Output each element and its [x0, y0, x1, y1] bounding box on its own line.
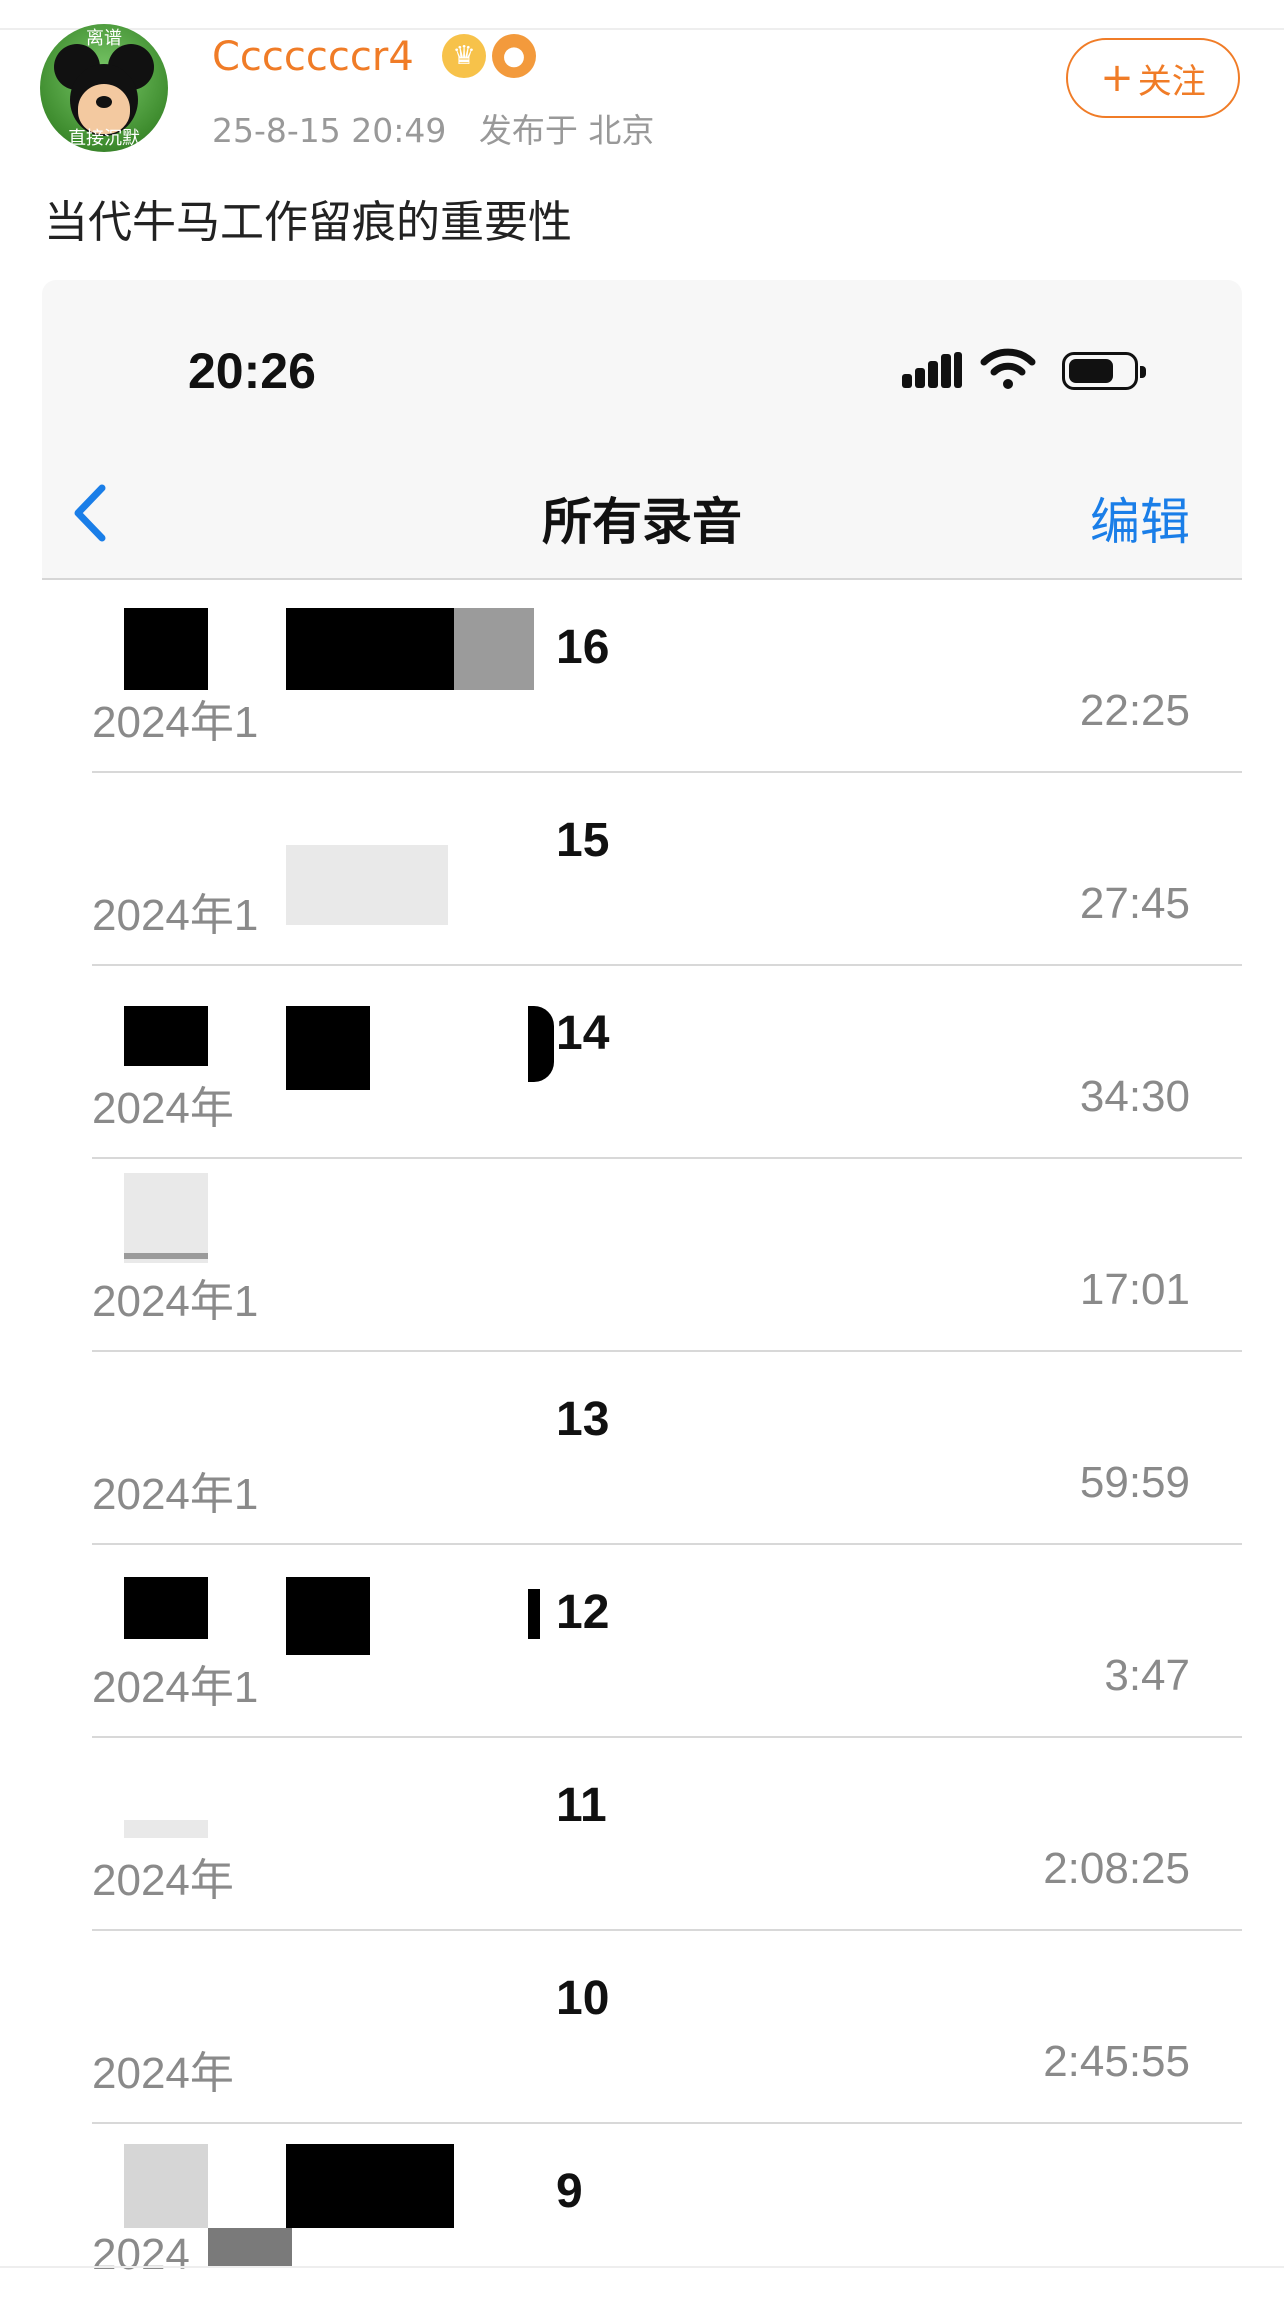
recording-duration: 34:30 [1079, 1072, 1190, 1121]
recording-date: 2024年 [92, 1856, 234, 1905]
post-image[interactable]: 20:26 所有录音 编辑 16 2024年1 22:25 15 2024年1 … [42, 280, 1242, 2292]
recording-title: 16 [556, 621, 610, 674]
recording-title: 14 [556, 1007, 610, 1060]
username[interactable]: Cccccccr4 [212, 34, 414, 80]
recording-duration: 2:45:55 [1043, 2037, 1190, 2086]
recording-title: 11 [556, 1779, 607, 1832]
recording-row[interactable]: 14 2024年 34:30 [42, 966, 1242, 1159]
follow-label: 关注 [1137, 61, 1206, 102]
redaction-block [286, 1006, 370, 1090]
recording-date: 2024年1 [92, 698, 259, 747]
recording-row[interactable]: 13 2024年1 59:59 [42, 1352, 1242, 1545]
recording-row[interactable]: 16 2024年1 22:25 [42, 580, 1242, 773]
redaction-block [124, 1577, 208, 1639]
avatar[interactable]: 离谱 直接沉默 [40, 24, 168, 152]
recording-title: 12 [556, 1586, 610, 1639]
redaction-block [124, 1173, 208, 1263]
recording-duration: 22:25 [1079, 686, 1190, 735]
redaction-block [528, 1589, 540, 1639]
recording-date: 2024年1 [92, 1470, 259, 1519]
redaction-block [286, 608, 454, 690]
crown-badge-icon: ♛ [442, 34, 486, 78]
redaction-block [208, 2228, 292, 2268]
redaction-block [124, 1253, 208, 1259]
redaction-block [124, 1820, 208, 1838]
recording-row[interactable]: 12 2024年1 3:47 [42, 1545, 1242, 1738]
recording-title: 13 [556, 1393, 610, 1446]
avatar-bottom-text: 直接沉默 [68, 128, 140, 149]
status-time: 20:26 [188, 343, 316, 399]
recording-date: 2024年1 [92, 1277, 259, 1326]
recording-date: 2024年1 [92, 1663, 259, 1712]
bottom-divider [0, 2266, 1284, 2268]
battery-icon [1062, 352, 1146, 390]
recordings-list: 16 2024年1 22:25 15 2024年1 27:45 14 2024年… [42, 580, 1242, 2292]
post-meta: 25-8-15 20:49 发布于 北京 [212, 104, 676, 152]
top-divider [0, 28, 1284, 30]
recording-duration: 3:47 [1104, 1651, 1190, 1700]
recording-date: 2024年 [92, 2049, 234, 2098]
post-timestamp: 25-8-15 20:49 [212, 111, 447, 150]
redaction-block [286, 2144, 454, 2228]
cellular-signal-icon [902, 352, 964, 388]
redaction-block [124, 1006, 208, 1066]
wifi-icon [980, 348, 1036, 389]
fish-badge-icon: ● [492, 34, 536, 78]
redaction-block [124, 608, 208, 690]
plus-icon: + [1100, 55, 1134, 101]
recording-date: 2024 [92, 2230, 190, 2279]
recording-duration: 27:45 [1079, 879, 1190, 928]
post-location: 发布于 北京 [478, 111, 655, 150]
recording-row[interactable]: 15 2024年1 27:45 [42, 773, 1242, 966]
redaction-block [528, 1006, 554, 1082]
recording-title: 15 [556, 814, 610, 867]
edit-button[interactable]: 编辑 [1090, 482, 1190, 554]
recording-date: 2024年 [92, 1084, 234, 1133]
post-text: 当代牛马工作留痕的重要性 [44, 197, 572, 248]
follow-button[interactable]: + 关注 [1066, 38, 1240, 118]
recording-row[interactable]: 11 2024年 2:08:25 [42, 1738, 1242, 1931]
redaction-block [454, 608, 534, 690]
recording-duration: 17:01 [1079, 1265, 1190, 1314]
recording-title: 10 [556, 1972, 610, 2025]
recording-duration: 2:08:25 [1043, 1844, 1190, 1893]
recording-row[interactable]: 2024年1 17:01 [42, 1159, 1242, 1352]
redaction-block [286, 1577, 370, 1655]
recording-duration: 59:59 [1079, 1458, 1190, 1507]
recording-date: 2024年1 [92, 891, 259, 940]
redaction-block [124, 2144, 208, 2228]
avatar-nose [96, 96, 112, 108]
redaction-block [286, 845, 448, 925]
nav-title: 所有录音 [542, 493, 742, 551]
recording-row[interactable]: 10 2024年 2:45:55 [42, 1931, 1242, 2124]
recording-title: 9 [556, 2165, 583, 2218]
avatar-top-text: 离谱 [86, 28, 122, 49]
